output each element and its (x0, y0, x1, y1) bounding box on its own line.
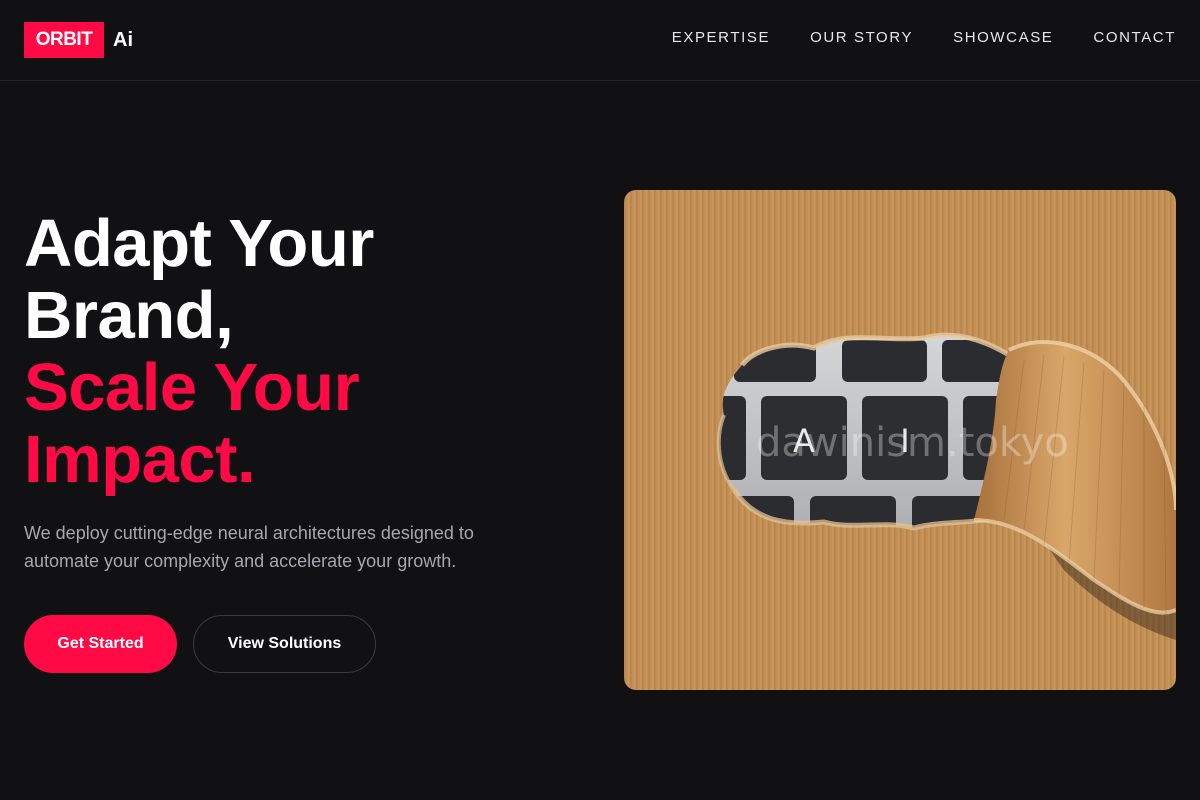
nav-item-our-story[interactable]: OUR STORY (810, 28, 913, 48)
hero-title-line-1: Adapt Your (24, 206, 374, 281)
hero-title-line-3: Scale Your (24, 350, 360, 425)
hero-subtitle: We deploy cutting-edge neural architectu… (24, 519, 544, 575)
brand-name: ORBIT (24, 22, 104, 58)
site-header: ORBIT Ai EXPERTISE OUR STORY SHOWCASE CO… (0, 0, 1200, 81)
image-watermark: dawinism.tokyo (756, 420, 1069, 466)
hero-title: Adapt Your Brand, Scale Your Impact. (24, 208, 584, 496)
brand-logo[interactable]: ORBIT Ai (24, 22, 133, 58)
nav-item-contact[interactable]: CONTACT (1093, 28, 1176, 48)
hero-title-line-4: Impact. (24, 422, 256, 497)
main-nav: EXPERTISE OUR STORY SHOWCASE CONTACT (632, 28, 1176, 48)
nav-item-showcase[interactable]: SHOWCASE (953, 28, 1053, 48)
view-solutions-button[interactable]: View Solutions (193, 615, 376, 673)
hero-subtitle-line-1: We deploy cutting-edge neural architectu… (24, 523, 474, 543)
hero-subtitle-line-2: automate your complexity and accelerate … (24, 551, 457, 571)
hero-title-line-2: Brand, (24, 278, 234, 353)
brand-suffix: Ai (113, 28, 133, 51)
get-started-button[interactable]: Get Started (24, 615, 177, 673)
nav-item-expertise[interactable]: EXPERTISE (672, 28, 770, 48)
